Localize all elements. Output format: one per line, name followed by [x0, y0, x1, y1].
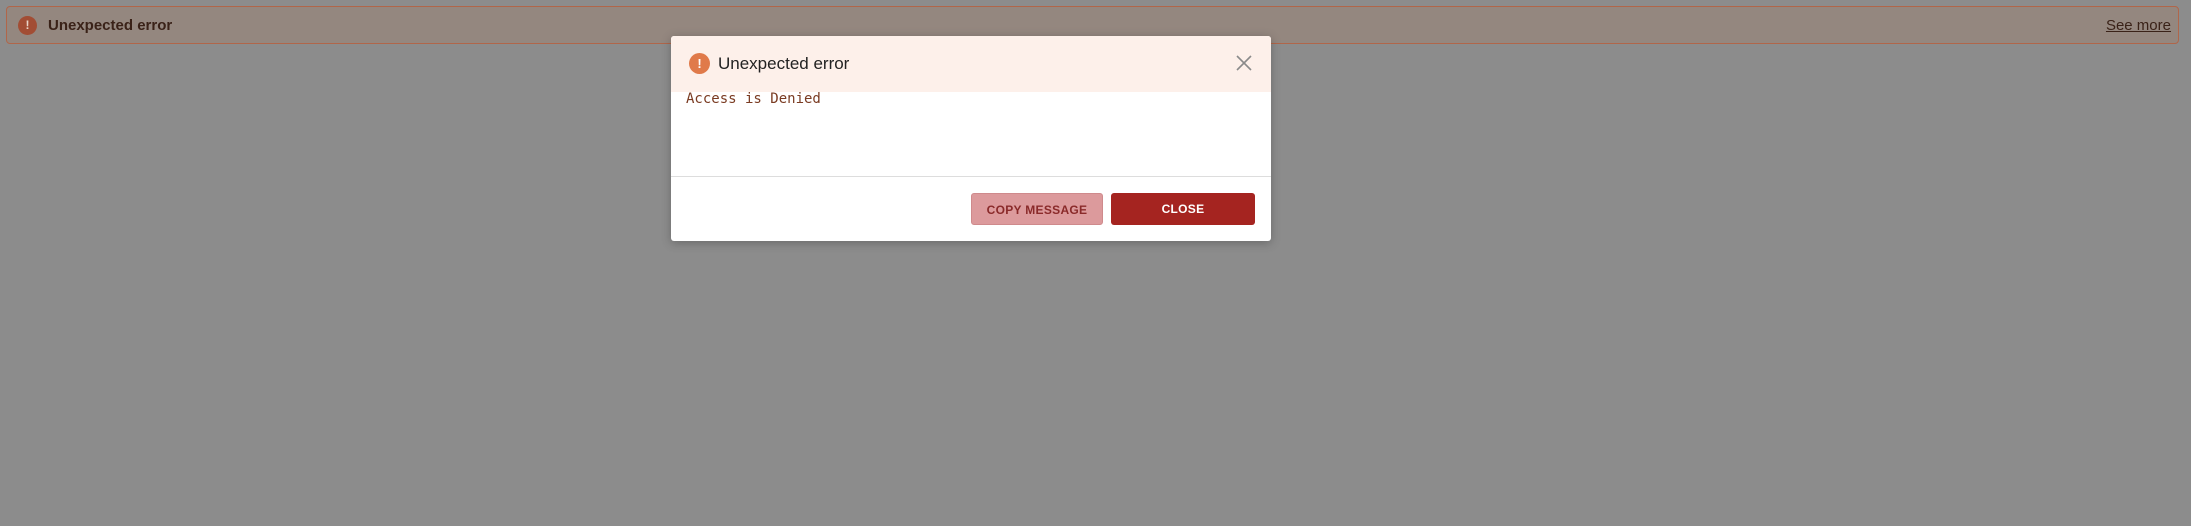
dialog-header: ! Unexpected error — [671, 36, 1271, 92]
copy-message-button[interactable]: COPY MESSAGE — [971, 193, 1103, 225]
error-dialog: ! Unexpected error Access is Denied COPY… — [671, 36, 1271, 241]
close-icon[interactable] — [1235, 54, 1253, 72]
exclamation-icon: ! — [18, 16, 37, 35]
exclamation-icon: ! — [689, 53, 710, 74]
banner-title: Unexpected error — [48, 17, 173, 34]
error-message: Access is Denied — [686, 91, 821, 107]
dialog-title: Unexpected error — [718, 54, 850, 73]
close-button[interactable]: CLOSE — [1111, 193, 1255, 225]
divider — [671, 176, 1271, 177]
see-more-link[interactable]: See more — [2106, 17, 2171, 35]
